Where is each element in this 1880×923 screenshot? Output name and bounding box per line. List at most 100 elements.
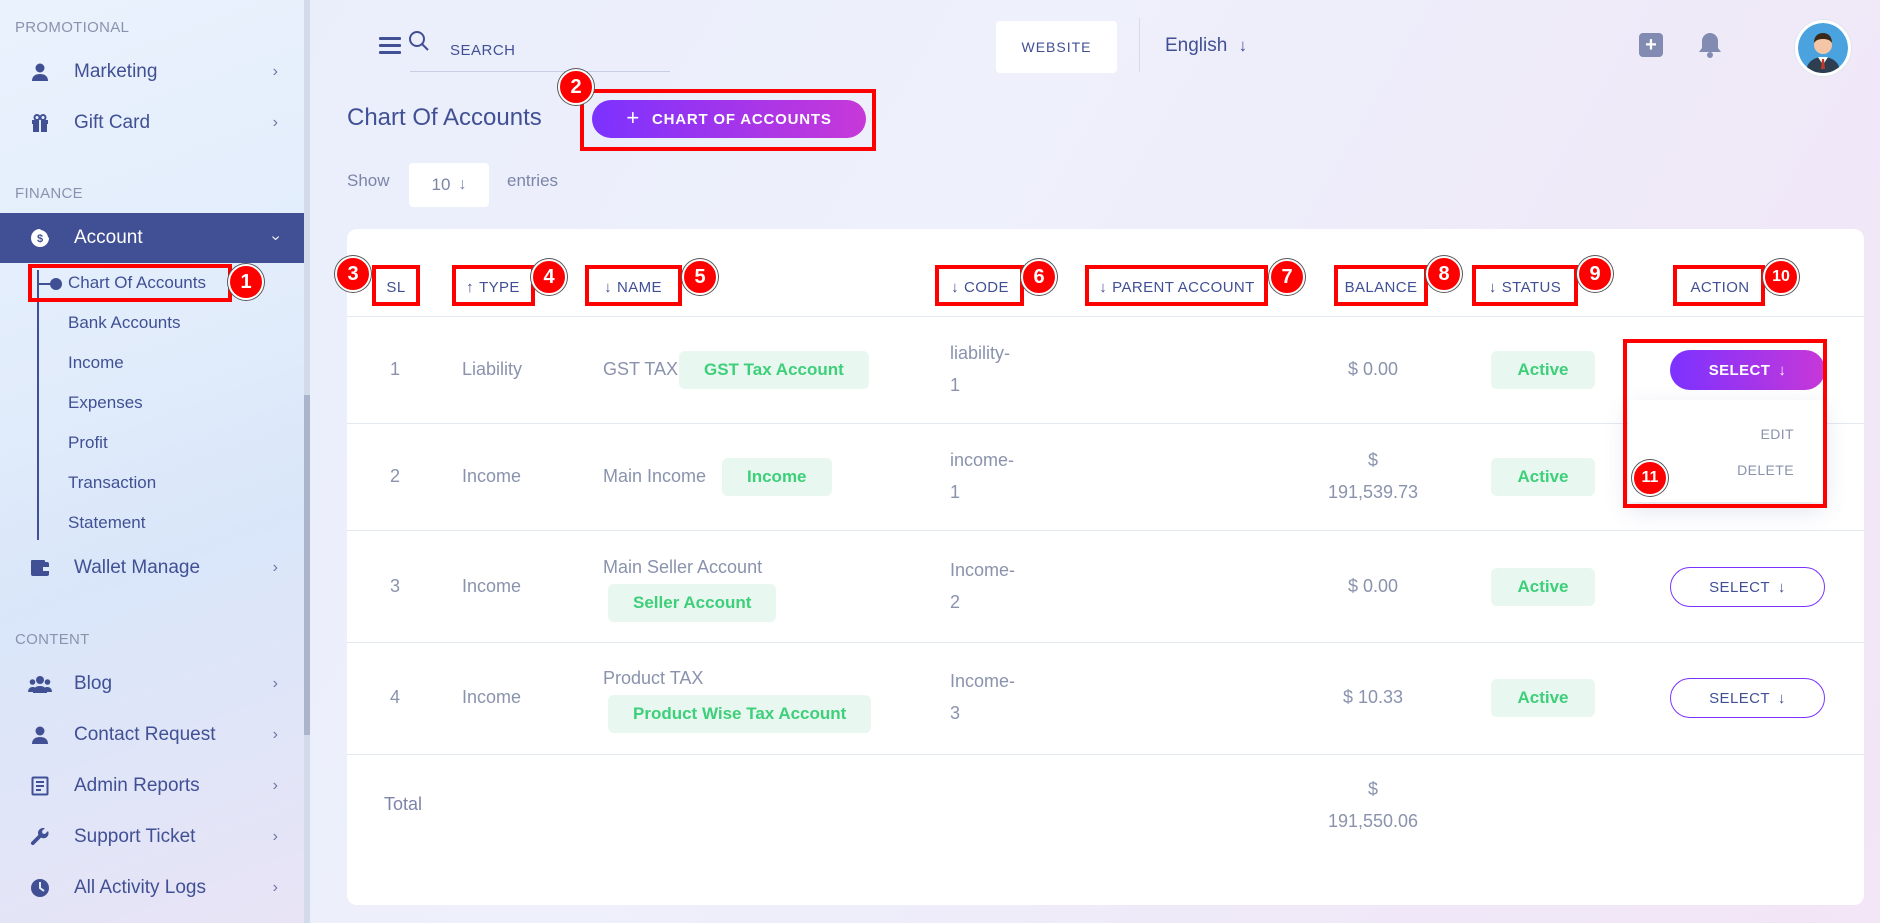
chevron-right-icon: › bbox=[272, 675, 278, 692]
total-label: Total bbox=[384, 794, 423, 814]
sidebar-item-all-activity-logs[interactable]: All Activity Logs › bbox=[0, 863, 304, 913]
account-badge: Product Wise Tax Account bbox=[608, 695, 872, 733]
submenu-item-expenses[interactable]: Expenses bbox=[68, 393, 143, 413]
annotation-number-9: 9 bbox=[1577, 256, 1613, 292]
submenu-line bbox=[37, 270, 39, 540]
cell-balance: $191,539.73 bbox=[1327, 450, 1419, 502]
sidebar-scrollbar[interactable] bbox=[304, 0, 310, 923]
cell-sl: 2 bbox=[390, 466, 401, 486]
annotation-box-3 bbox=[372, 265, 420, 306]
cell-type: Income bbox=[462, 466, 522, 486]
submenu-item-bank-accounts[interactable]: Bank Accounts bbox=[68, 313, 180, 333]
chevron-right-icon: › bbox=[272, 777, 278, 794]
language-select[interactable]: English ↓ bbox=[1165, 35, 1247, 57]
row-divider bbox=[347, 642, 1864, 643]
annotation-number-10: 10 bbox=[1763, 259, 1799, 295]
arrow-down-icon: ↓ bbox=[1238, 36, 1248, 55]
arrow-down-icon: ↓ bbox=[1777, 689, 1786, 707]
chevron-right-icon: › bbox=[272, 559, 278, 576]
submenu-item-transaction[interactable]: Transaction bbox=[68, 473, 156, 493]
account-badge: Seller Account bbox=[608, 584, 777, 622]
row-divider bbox=[347, 530, 1864, 531]
submenu-item-statement[interactable]: Statement bbox=[68, 513, 146, 533]
sidebar-item-gift-card[interactable]: Gift Card › bbox=[0, 98, 304, 148]
sidebar-item-wallet-manage[interactable]: Wallet Manage › bbox=[0, 543, 304, 593]
cell-sl: 1 bbox=[390, 359, 401, 379]
clock-icon bbox=[28, 876, 52, 900]
arrow-down-icon: ↓ bbox=[458, 176, 467, 193]
submenu-item-income[interactable]: Income bbox=[68, 353, 124, 373]
cell-name: GST TAX bbox=[603, 359, 679, 379]
sidebar-item-label: Support Ticket bbox=[74, 826, 196, 847]
select-button[interactable]: SELECT ↓ bbox=[1670, 678, 1825, 718]
money-icon: $ bbox=[28, 226, 52, 250]
sidebar-item-label: Gift Card bbox=[74, 112, 151, 133]
header-divider bbox=[1139, 18, 1140, 72]
cell-type: Income bbox=[462, 687, 522, 707]
section-label-promotional: PROMOTIONAL bbox=[15, 19, 130, 36]
search-input[interactable] bbox=[410, 30, 670, 72]
entries-select[interactable]: 10 ↓ bbox=[409, 163, 489, 207]
hamburger-menu-icon[interactable] bbox=[379, 37, 401, 55]
annotation-box-2 bbox=[580, 89, 876, 151]
chevron-down-icon: › bbox=[267, 235, 285, 241]
cell-code: Income- 3 bbox=[950, 671, 1016, 723]
search-icon bbox=[408, 30, 430, 57]
scrollbar-thumb[interactable] bbox=[304, 395, 310, 735]
annotation-box-7 bbox=[1085, 265, 1268, 306]
status-badge: Active bbox=[1491, 679, 1595, 717]
sidebar-item-blog[interactable]: Blog › bbox=[0, 659, 304, 709]
total-balance: $191,550.06 bbox=[1327, 779, 1419, 831]
chevron-right-icon: › bbox=[272, 828, 278, 845]
account-badge: GST Tax Account bbox=[679, 351, 869, 389]
header-divider bbox=[347, 316, 1864, 317]
annotation-number-11: 11 bbox=[1632, 460, 1668, 496]
annotation-box-5 bbox=[585, 265, 682, 306]
status-badge: Active bbox=[1491, 458, 1595, 496]
report-icon bbox=[28, 774, 52, 798]
user-icon bbox=[28, 60, 52, 84]
language-label: English bbox=[1165, 35, 1228, 56]
sidebar-item-label: Wallet Manage bbox=[74, 557, 201, 578]
annotation-number-4: 4 bbox=[531, 259, 567, 295]
show-label: Show bbox=[347, 171, 390, 190]
sidebar-item-label: Marketing bbox=[74, 61, 158, 82]
select-button[interactable]: SELECT ↓ bbox=[1670, 567, 1825, 607]
svg-text:$: $ bbox=[37, 233, 43, 245]
annotation-number-3: 3 bbox=[335, 256, 371, 292]
sidebar-item-account[interactable]: $ Account › bbox=[0, 213, 304, 263]
chevron-right-icon: › bbox=[272, 879, 278, 896]
cell-balance: $ 10.33 bbox=[1343, 687, 1404, 707]
website-button[interactable]: WEBSITE bbox=[996, 21, 1117, 73]
bell-icon[interactable] bbox=[1698, 31, 1722, 64]
chevron-right-icon: › bbox=[272, 114, 278, 131]
arrow-down-icon: ↓ bbox=[1777, 578, 1786, 596]
annotation-number-2: 2 bbox=[558, 69, 594, 105]
sidebar-item-label: Admin Reports bbox=[74, 775, 200, 796]
annotation-box-10 bbox=[1673, 265, 1765, 306]
cell-code: income- 1 bbox=[950, 450, 1015, 502]
annotation-number-8: 8 bbox=[1426, 256, 1462, 292]
sidebar-item-admin-reports[interactable]: Admin Reports › bbox=[0, 761, 304, 811]
avatar[interactable] bbox=[1795, 20, 1851, 76]
gift-icon bbox=[28, 111, 52, 135]
entries-value: 10 bbox=[431, 175, 451, 194]
wallet-icon bbox=[28, 556, 52, 580]
cell-code: liability- 1 bbox=[950, 343, 1011, 395]
annotation-box-4 bbox=[452, 265, 535, 306]
entries-label: entries bbox=[507, 171, 559, 190]
user-icon bbox=[28, 723, 52, 747]
users-icon bbox=[28, 672, 52, 696]
chevron-right-icon: › bbox=[272, 726, 278, 743]
cell-sl: 3 bbox=[390, 576, 401, 596]
submenu-item-profit[interactable]: Profit bbox=[68, 433, 108, 453]
section-label-finance: FINANCE bbox=[15, 185, 83, 202]
annotation-box-8 bbox=[1334, 265, 1428, 306]
sidebar-item-contact-request[interactable]: Contact Request › bbox=[0, 710, 304, 760]
sidebar-item-support-ticket[interactable]: Support Ticket › bbox=[0, 812, 304, 862]
sidebar-item-label: Account bbox=[74, 227, 143, 248]
sidebar-item-marketing[interactable]: Marketing › bbox=[0, 47, 304, 97]
cell-sl: 4 bbox=[390, 687, 401, 707]
cell-name: Main Seller Account bbox=[603, 557, 763, 577]
add-icon[interactable]: + bbox=[1639, 33, 1663, 57]
